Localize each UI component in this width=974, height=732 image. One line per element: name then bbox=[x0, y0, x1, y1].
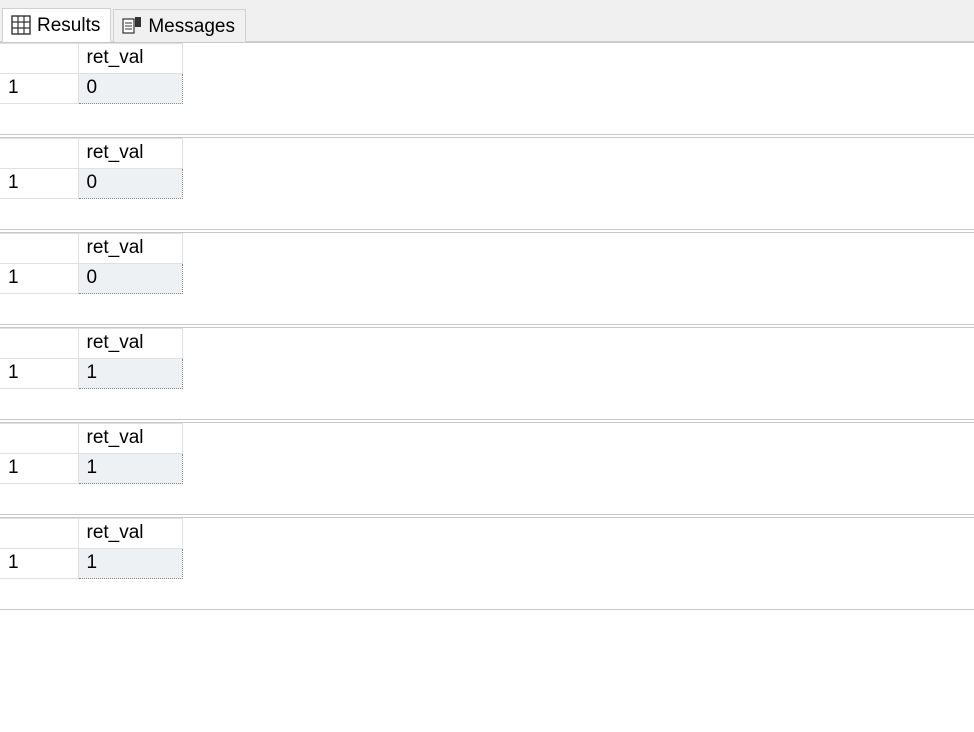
row-number[interactable]: 1 bbox=[0, 74, 78, 104]
result-grid[interactable]: ret_val 1 1 bbox=[0, 518, 183, 579]
tab-messages-label: Messages bbox=[148, 17, 235, 36]
result-set: ret_val 1 1 bbox=[0, 422, 974, 515]
row-number[interactable]: 1 bbox=[0, 169, 78, 199]
result-set: ret_val 1 1 bbox=[0, 517, 974, 610]
messages-icon bbox=[122, 16, 142, 36]
result-grid[interactable]: ret_val 1 1 bbox=[0, 328, 183, 389]
table-row[interactable]: 1 1 bbox=[0, 454, 182, 484]
grid-icon bbox=[11, 15, 31, 35]
grid-corner[interactable] bbox=[0, 139, 78, 169]
cell-value[interactable]: 0 bbox=[78, 74, 182, 104]
grid-corner[interactable] bbox=[0, 519, 78, 549]
cell-value[interactable]: 0 bbox=[78, 169, 182, 199]
tab-results-label: Results bbox=[37, 16, 100, 35]
tab-results[interactable]: Results bbox=[2, 8, 111, 42]
result-set: ret_val 1 0 bbox=[0, 232, 974, 325]
column-header[interactable]: ret_val bbox=[78, 234, 182, 264]
table-row[interactable]: 1 1 bbox=[0, 549, 182, 579]
column-header[interactable]: ret_val bbox=[78, 329, 182, 359]
cell-value[interactable]: 0 bbox=[78, 264, 182, 294]
cell-value[interactable]: 1 bbox=[78, 359, 182, 389]
table-row[interactable]: 1 1 bbox=[0, 359, 182, 389]
tab-messages[interactable]: Messages bbox=[113, 9, 246, 42]
result-set: ret_val 1 0 bbox=[0, 42, 974, 135]
column-header[interactable]: ret_val bbox=[78, 519, 182, 549]
result-grid[interactable]: ret_val 1 0 bbox=[0, 43, 183, 104]
result-grid[interactable]: ret_val 1 0 bbox=[0, 233, 183, 294]
result-sets: ret_val 1 0 ret_val 1 0 bbox=[0, 42, 974, 610]
column-header[interactable]: ret_val bbox=[78, 139, 182, 169]
row-number[interactable]: 1 bbox=[0, 549, 78, 579]
cell-value[interactable]: 1 bbox=[78, 454, 182, 484]
row-number[interactable]: 1 bbox=[0, 454, 78, 484]
grid-corner[interactable] bbox=[0, 329, 78, 359]
cell-value[interactable]: 1 bbox=[78, 549, 182, 579]
table-row[interactable]: 1 0 bbox=[0, 74, 182, 104]
grid-corner[interactable] bbox=[0, 234, 78, 264]
table-row[interactable]: 1 0 bbox=[0, 169, 182, 199]
table-row[interactable]: 1 0 bbox=[0, 264, 182, 294]
result-grid[interactable]: ret_val 1 1 bbox=[0, 423, 183, 484]
grid-corner[interactable] bbox=[0, 424, 78, 454]
row-number[interactable]: 1 bbox=[0, 359, 78, 389]
row-number[interactable]: 1 bbox=[0, 264, 78, 294]
result-grid[interactable]: ret_val 1 0 bbox=[0, 138, 183, 199]
result-set: ret_val 1 1 bbox=[0, 327, 974, 420]
tab-bar: Results Messages bbox=[0, 0, 974, 42]
column-header[interactable]: ret_val bbox=[78, 44, 182, 74]
grid-corner[interactable] bbox=[0, 44, 78, 74]
column-header[interactable]: ret_val bbox=[78, 424, 182, 454]
result-set: ret_val 1 0 bbox=[0, 137, 974, 230]
